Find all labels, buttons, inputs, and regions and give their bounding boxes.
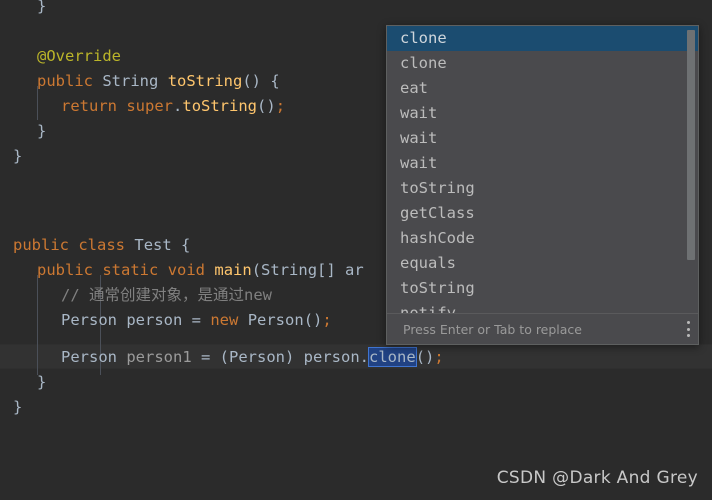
code-token: super [126,97,174,115]
code-token: public [13,236,69,254]
line-new-person: Person person = new Person(); [61,308,332,333]
completion-item[interactable]: eat [387,76,698,101]
code-token: ( [251,261,262,279]
variable-name: person1 [126,348,192,366]
code-token: . [173,97,183,115]
completion-scrollbar-thumb[interactable] [687,30,695,260]
code-token: Person [61,311,117,329]
code-token: () [257,97,276,115]
line-close-class: } [13,144,22,169]
completion-item-list[interactable]: clone clone eat wait wait wait toString getClas… [387,26,698,314]
indent-guide [37,275,38,375]
object-name: person [303,348,360,366]
code-token: } [37,373,47,391]
inline-selected-text: clone [368,347,417,367]
code-token: // 通常创建对象，是通过new [61,286,272,304]
line-brace-top: } [37,0,46,19]
code-token: toString [182,97,258,115]
completion-item[interactable]: toString [387,176,698,201]
line-close-test: } [13,395,22,420]
completion-item[interactable]: hashCode [387,226,698,251]
completion-item[interactable]: toString [387,276,698,301]
line-tostring-sig: public String toString() { [37,69,280,94]
completion-item[interactable]: getClass [387,201,698,226]
code-token: return [61,97,117,115]
completion-item[interactable]: clone [387,26,698,51]
code-token: new [210,311,239,329]
code-token: ) [285,348,304,366]
code-token: Person [229,348,285,366]
line-clone-cast: Person person1 = (Person) person.clone()… [61,345,444,370]
code-token: () [415,348,435,366]
line-class-test: public class Test { [13,233,190,258]
completion-scrollbar[interactable] [687,27,697,314]
line-override: @Override [37,44,121,69]
code-editor-window: } @Override public String toString() {retu… [0,0,712,500]
watermark-text: CSDN @Dark And Grey [496,468,698,488]
line-close-method: } [37,119,46,144]
code-token: [] ar [317,261,364,279]
code-token: = ( [191,348,229,366]
completion-hint-text: Press Enter or Tab to replace [403,321,582,337]
line-main-sig: public static void main(String[] ar [37,258,364,283]
code-token: { [171,236,191,254]
code-token: public [37,261,93,279]
completion-item[interactable]: wait [387,151,698,176]
completion-item[interactable]: equals [387,251,698,276]
code-token: . [359,348,370,366]
completion-item[interactable]: wait [387,101,698,126]
code-token: class [78,236,126,254]
code-token: Person [61,348,117,366]
code-token: () { [242,72,280,90]
completion-footer: Press Enter or Tab to replace [387,313,698,344]
code-token: person [126,311,183,329]
code-token: toString [167,72,243,90]
code-token: public [37,72,93,90]
code-token: String [261,261,318,279]
code-token: ; [434,348,444,366]
line-return-super: return super.toString(); [61,94,285,119]
completion-item[interactable]: clone [387,51,698,76]
code-token: @Override [37,47,121,65]
code-token: } [37,122,47,140]
code-token: } [13,147,23,165]
line-comment-cn: // 通常创建对象，是通过new [61,283,272,308]
code-token: = [182,311,211,329]
code-completion-popup[interactable]: clone clone eat wait wait wait toString getClas… [386,25,699,345]
code-token: static [102,261,159,279]
line-close-main: } [37,370,46,395]
code-token: } [37,0,47,15]
code-token: void [167,261,206,279]
code-token: Person [247,311,304,329]
code-token: () [303,311,323,329]
code-token: } [13,398,23,416]
code-token: main [214,261,252,279]
more-vertical-icon[interactable] [686,321,690,337]
code-token: String [102,72,159,90]
code-token: ; [275,97,286,115]
code-token: ; [322,311,332,329]
code-token: Test [134,236,172,254]
completion-item[interactable]: wait [387,126,698,151]
